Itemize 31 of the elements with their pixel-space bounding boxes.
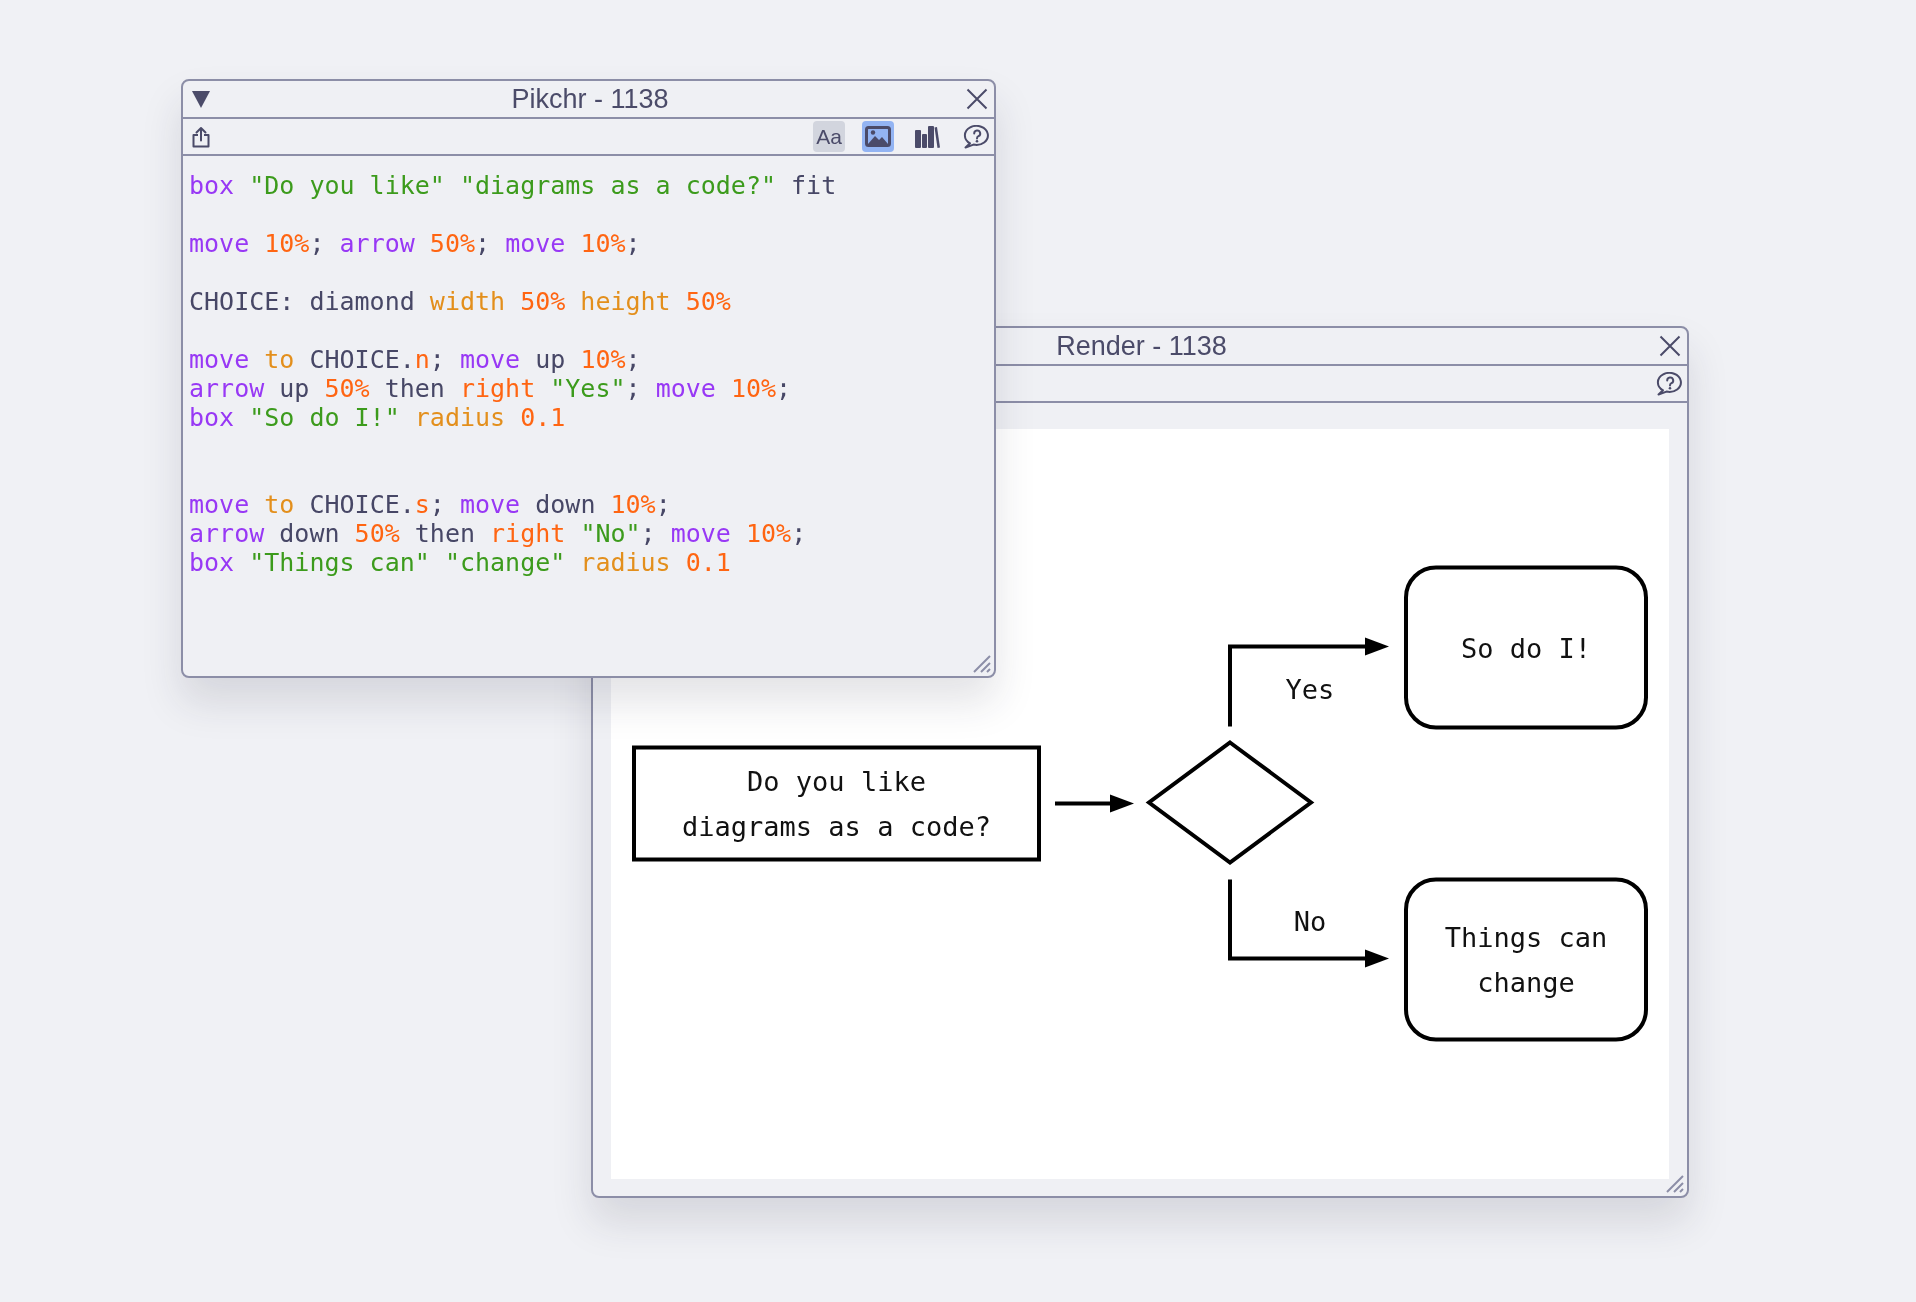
code-line: box "Things can" "change" radius 0.1 xyxy=(189,548,731,577)
box-label: Things can change xyxy=(1444,921,1608,998)
resize-grip-icon[interactable] xyxy=(972,654,991,673)
window-title: Pikchr - 1138 xyxy=(511,83,669,115)
triangle-down-icon xyxy=(192,90,210,108)
share-icon xyxy=(192,125,210,148)
edge-label: Yes xyxy=(1285,674,1335,705)
font-style-button[interactable]: Aa xyxy=(813,121,845,152)
close-icon xyxy=(1659,335,1681,357)
window-title: Render - 1138 xyxy=(1056,330,1227,362)
close-button[interactable] xyxy=(1659,335,1681,357)
code-line: move 10%; arrow 50%; move 10%; xyxy=(189,229,641,258)
image-view-button[interactable] xyxy=(862,121,894,152)
edge-label: No xyxy=(1293,906,1327,937)
code-line: move to CHOICE.s; move down 10%; xyxy=(189,490,671,519)
close-icon xyxy=(966,88,988,110)
box-label: Do you like diagrams as a code? xyxy=(682,765,991,842)
code-line: CHOICE: diamond width 50% height 50% xyxy=(189,287,731,316)
code-line: arrow down 50% then right "No"; move 10%; xyxy=(189,519,807,548)
books-icon xyxy=(914,125,940,148)
code-line: box "So do I!" radius 0.1 xyxy=(189,403,566,432)
close-button[interactable] xyxy=(966,88,988,110)
code-line: arrow up 50% then right "Yes"; move 10%; xyxy=(189,374,792,403)
help-icon xyxy=(962,124,990,149)
code-line: move to CHOICE.n; move up 10%; xyxy=(189,345,641,374)
code-line: box "Do you like" "diagrams as a code?" fit xyxy=(189,171,837,200)
image-icon xyxy=(865,126,891,147)
menu-button[interactable] xyxy=(192,90,210,108)
box-label: So do I! xyxy=(1461,632,1591,663)
help-icon xyxy=(1655,371,1683,396)
resize-grip-icon[interactable] xyxy=(1665,1174,1684,1193)
